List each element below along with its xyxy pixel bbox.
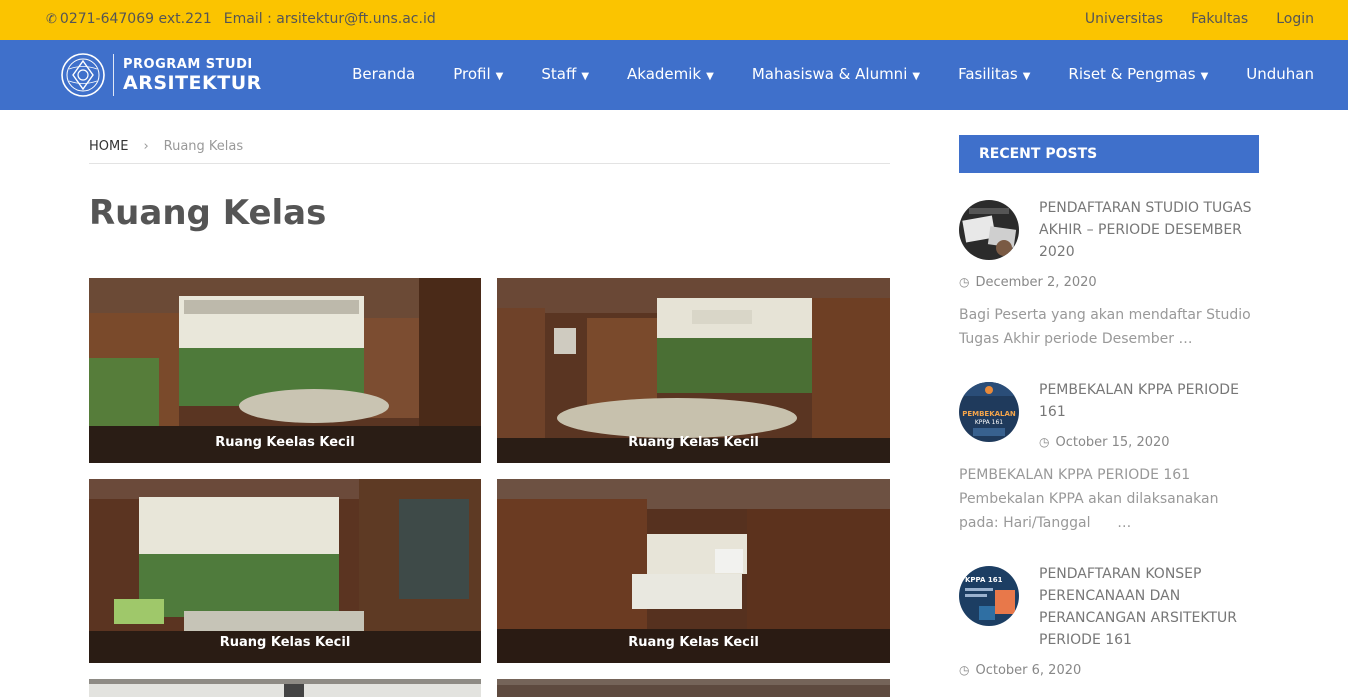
gallery-caption: Ruang Kelas Kecil bbox=[219, 635, 351, 650]
gallery-caption: Ruang Kelas Kecil bbox=[628, 435, 759, 450]
nav-item-profil[interactable]: Profil ▼ bbox=[453, 65, 503, 83]
gallery-item[interactable]: Ruang Kelas Kecil bbox=[497, 479, 890, 663]
main-navbar: PROGRAM STUDI ARSITEKTUR Beranda Profil ▼… bbox=[0, 40, 1348, 110]
nav-label: Staff bbox=[541, 65, 577, 83]
post-date-text: October 15, 2020 bbox=[1055, 435, 1170, 450]
post-title-link[interactable]: PEMBEKALAN KPPA PERIODE 161 bbox=[1039, 379, 1259, 423]
nav-label: Fasilitas bbox=[958, 65, 1018, 83]
caret-down-icon: ▼ bbox=[912, 71, 921, 82]
breadcrumb: HOME › Ruang Kelas bbox=[89, 139, 890, 164]
caret-down-icon: ▼ bbox=[495, 71, 504, 82]
post-thumbnail[interactable]: KPPA 161 bbox=[959, 566, 1019, 626]
nav-item-unduhan[interactable]: Unduhan bbox=[1246, 65, 1314, 83]
gallery-item[interactable]: Ruang Kelas Kecil bbox=[497, 278, 890, 463]
gallery-caption: Ruang Keelas Kecil bbox=[215, 435, 355, 450]
post-1-image bbox=[959, 200, 1019, 260]
recent-posts-header: RECENT POSTS bbox=[959, 135, 1259, 173]
post-title-link[interactable]: PENDAFTARAN KONSEP PERENCANAAN DAN PERAN… bbox=[1039, 563, 1259, 651]
post-thumbnail[interactable]: PEMBEKALAN KPPA 161 bbox=[959, 382, 1019, 442]
email-address: Email : arsitektur@ft.uns.ac.id bbox=[223, 11, 436, 27]
nav-item-mahasiswa-alumni[interactable]: Mahasiswa & Alumni ▼ bbox=[752, 65, 920, 83]
caret-down-icon: ▼ bbox=[1022, 71, 1031, 82]
nav-label: Beranda bbox=[352, 65, 416, 83]
phone-icon: ✆ bbox=[46, 12, 57, 27]
nav-item-staff[interactable]: Staff ▼ bbox=[541, 65, 589, 83]
page-title: Ruang Kelas bbox=[89, 193, 327, 233]
post-date-text: December 2, 2020 bbox=[975, 275, 1097, 290]
post-2-thumb-text: PEMBEKALAN bbox=[962, 410, 1016, 418]
post-3-thumb-text: KPPA 161 bbox=[965, 576, 1003, 584]
clock-icon: ◷ bbox=[959, 663, 970, 677]
brand-text: PROGRAM STUDI ARSITEKTUR bbox=[123, 57, 262, 94]
post-thumbnail[interactable] bbox=[959, 200, 1019, 260]
breadcrumb-current: Ruang Kelas bbox=[163, 139, 244, 154]
link-fakultas[interactable]: Fakultas bbox=[1191, 11, 1248, 27]
post-2-image: PEMBEKALAN KPPA 161 bbox=[959, 382, 1019, 442]
nav-item-beranda[interactable]: Beranda bbox=[352, 65, 415, 83]
post-title-link[interactable]: PENDAFTARAN STUDIO TUGAS AKHIR – PERIODE… bbox=[1039, 197, 1259, 263]
nav-label: Unduhan bbox=[1246, 65, 1314, 83]
site-logo[interactable]: PROGRAM STUDI ARSITEKTUR bbox=[60, 52, 262, 98]
gallery-caption: Ruang Kelas Kecil bbox=[628, 635, 759, 650]
nav-item-riset-pengmas[interactable]: Riset & Pengmas ▼ bbox=[1068, 65, 1208, 83]
nav-label: Riset & Pengmas bbox=[1068, 65, 1196, 83]
gallery-item[interactable]: Ruang Keelas Kecil bbox=[89, 278, 481, 463]
gallery-item[interactable] bbox=[89, 679, 481, 697]
post-3-image: KPPA 161 bbox=[959, 566, 1019, 626]
caret-down-icon: ▼ bbox=[581, 71, 590, 82]
clock-icon: ◷ bbox=[1039, 435, 1050, 449]
nav-item-akademik[interactable]: Akademik ▼ bbox=[627, 65, 714, 83]
post-date-text: October 6, 2020 bbox=[975, 663, 1082, 678]
contact-info: ✆ 0271-647069 ext.221 Email : arsitektur@f… bbox=[46, 11, 436, 27]
classroom-photo bbox=[89, 679, 481, 697]
nav-item-fasilitas[interactable]: Fasilitas ▼ bbox=[958, 65, 1030, 83]
brand-line-2: ARSITEKTUR bbox=[123, 71, 262, 94]
nav-menu: Beranda Profil ▼ Staff ▼ Akademik ▼ Mahasis… bbox=[352, 65, 1314, 83]
nav-label: Mahasiswa & Alumni bbox=[751, 65, 908, 83]
caret-down-icon: ▼ bbox=[706, 71, 714, 82]
post-2-thumb-subtext: KPPA 161 bbox=[975, 419, 1003, 426]
gallery-item[interactable] bbox=[497, 679, 890, 697]
phone-number: 0271-647069 ext.221 bbox=[59, 11, 212, 27]
clock-icon: ◷ bbox=[959, 275, 970, 289]
breadcrumb-home-link[interactable]: HOME bbox=[89, 139, 128, 154]
gallery-item[interactable]: Ruang Kelas Kecil bbox=[89, 479, 481, 663]
link-login[interactable]: Login bbox=[1276, 11, 1314, 27]
post-excerpt: Bagi Peserta yang akan mendaftar Studio … bbox=[959, 307, 1251, 347]
post-date: ◷ December 2, 2020 bbox=[959, 275, 1097, 290]
classroom-photo bbox=[497, 679, 890, 697]
post-date: ◷ October 6, 2020 bbox=[959, 663, 1081, 678]
brand-line-1: PROGRAM STUDI bbox=[123, 56, 253, 72]
post-date: ◷ October 15, 2020 bbox=[1039, 435, 1170, 450]
logo-divider bbox=[113, 54, 114, 96]
post-excerpt: PEMBEKALAN KPPA PERIODE 161 Pembekalan K… bbox=[959, 467, 1223, 531]
nav-label: Profil bbox=[453, 65, 491, 83]
top-bar: ✆ 0271-647069 ext.221 Email : arsitektur@f… bbox=[0, 0, 1348, 40]
link-universitas[interactable]: Universitas bbox=[1085, 11, 1163, 27]
university-seal-icon bbox=[61, 53, 105, 97]
nav-label: Akademik bbox=[627, 65, 702, 83]
top-links: Universitas Fakultas Login bbox=[1085, 11, 1314, 27]
breadcrumb-separator: › bbox=[143, 139, 149, 154]
caret-down-icon: ▼ bbox=[1200, 71, 1209, 82]
